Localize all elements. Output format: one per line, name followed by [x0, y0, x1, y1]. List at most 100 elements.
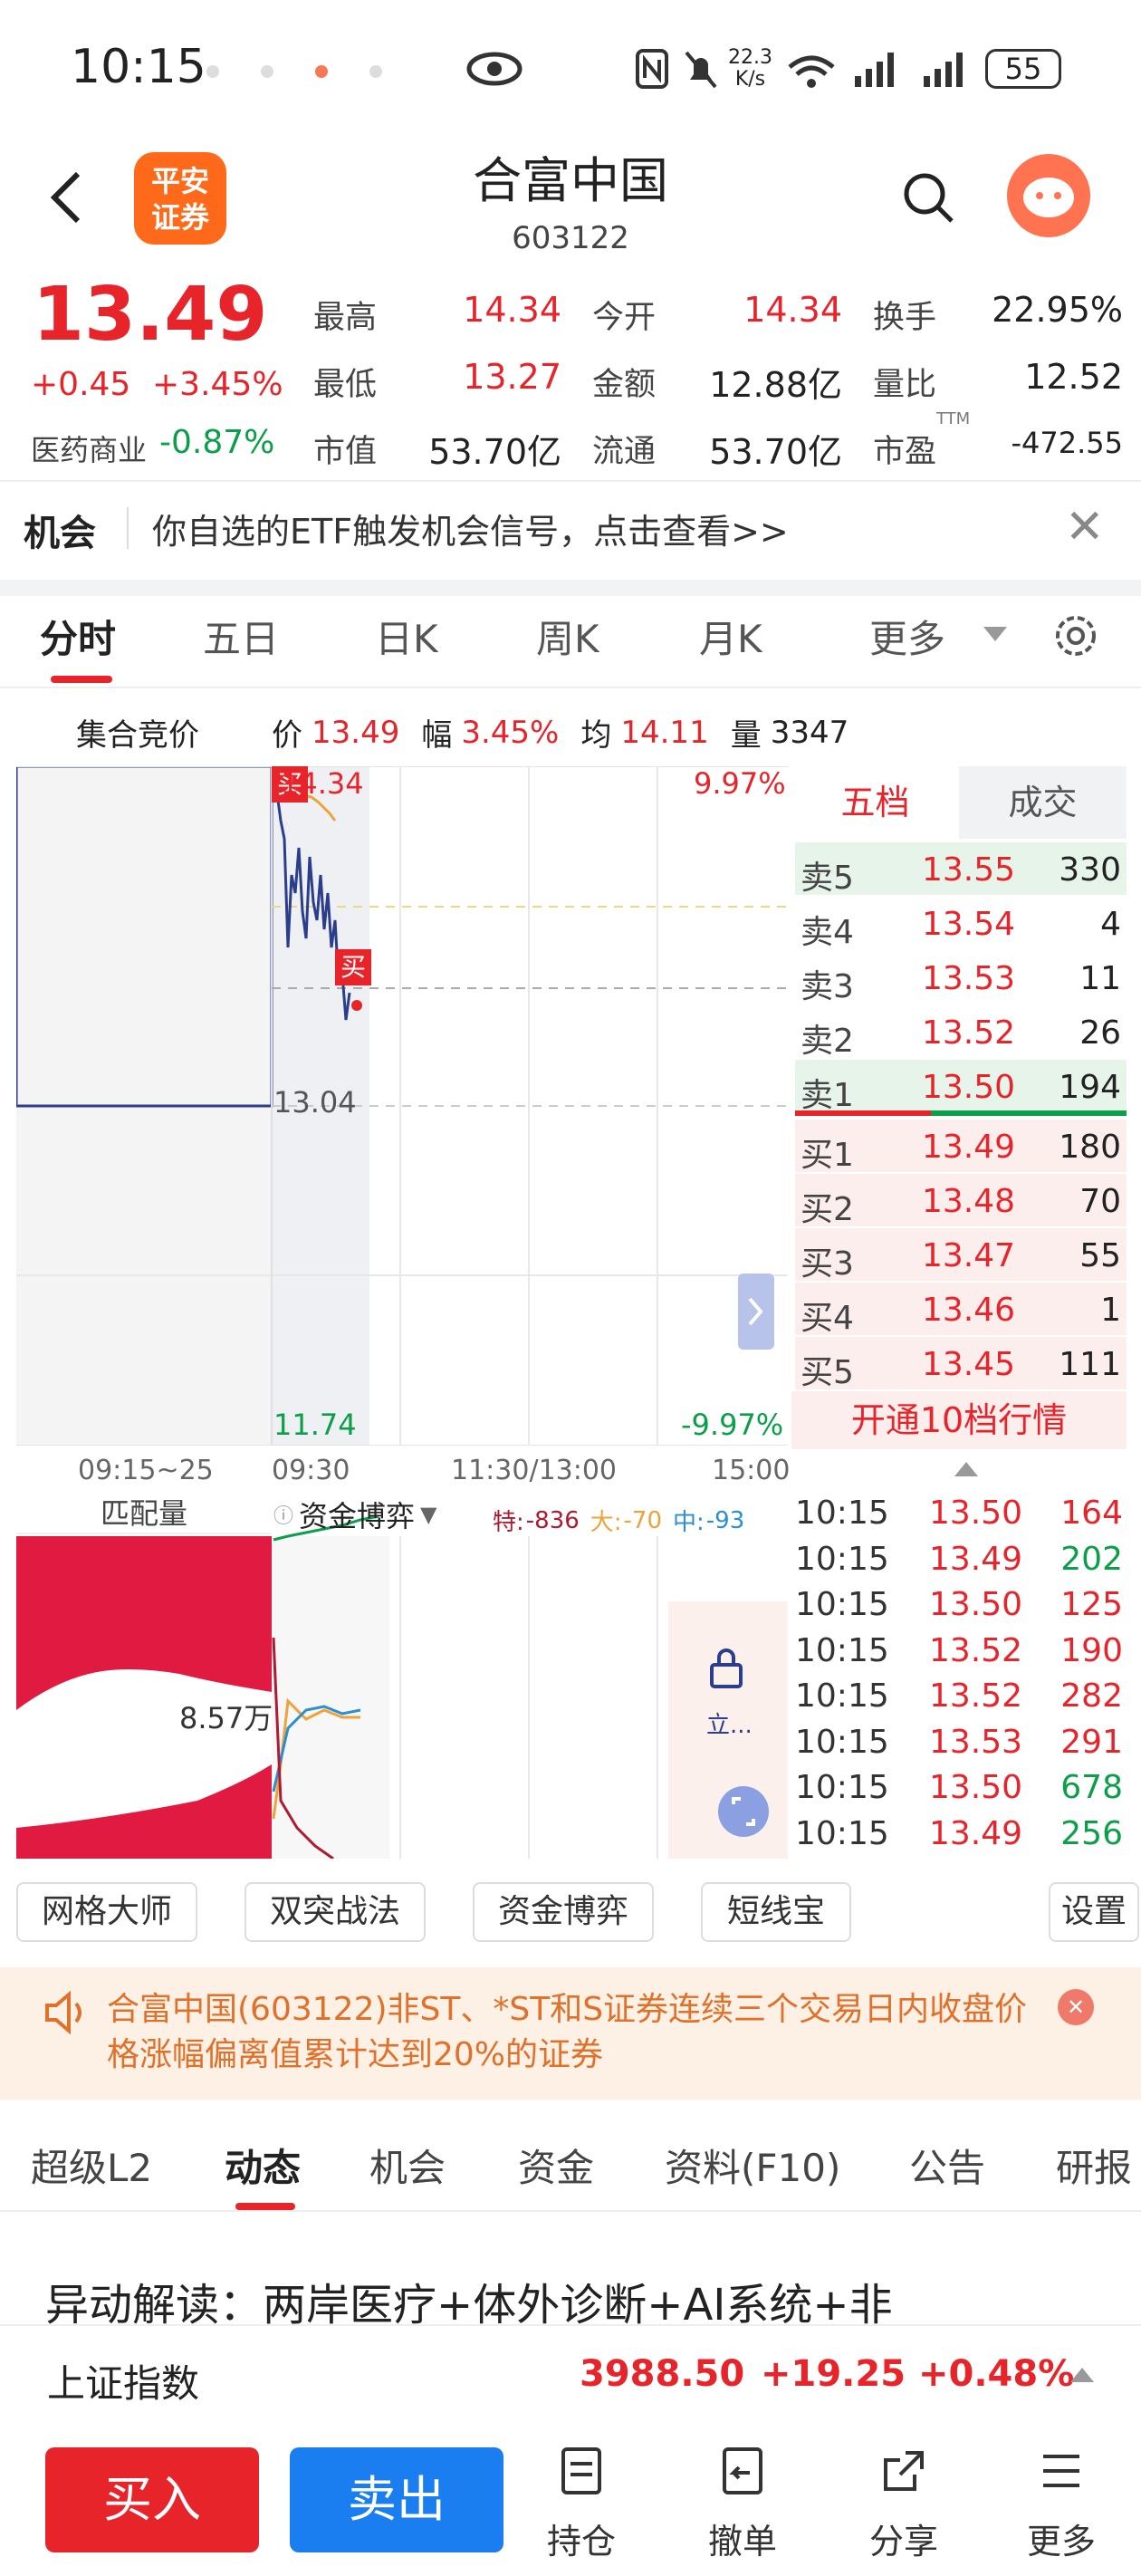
close-icon[interactable]: ✕ — [1065, 500, 1105, 554]
level-volume: 194 — [1059, 1069, 1121, 1106]
legend-te-value: -836 — [525, 1506, 580, 1534]
bid-row[interactable]: 买5 13.45 111 — [795, 1337, 1127, 1391]
tab-more[interactable]: 更多 — [869, 609, 945, 664]
divider — [0, 2210, 1141, 2212]
tab-opportunity[interactable]: 机会 — [369, 2138, 446, 2193]
broker-logo[interactable]: 平安 证券 — [134, 152, 226, 245]
divider — [0, 580, 1141, 596]
level-price: 13.48 — [922, 1183, 1016, 1220]
share-icon — [884, 2451, 924, 2491]
opportunity-text[interactable]: 你自选的ETF触发机会信号，点击查看>> — [152, 504, 789, 553]
tick-volume: 202 — [1060, 1540, 1123, 1578]
tab-weekly-k[interactable]: 周K — [536, 609, 599, 664]
search-icon[interactable] — [901, 170, 955, 225]
tab-research[interactable]: 研报 — [1056, 2138, 1141, 2193]
tab-funds[interactable]: 资金 — [518, 2138, 594, 2193]
info-icon[interactable]: ⓘ — [273, 1500, 293, 1529]
avg-label: 均 — [580, 717, 612, 754]
level-price: 13.50 — [922, 1069, 1016, 1106]
trade-tick-row: 10:15 13.50 125 — [795, 1582, 1127, 1628]
tab-five-levels[interactable]: 五档 — [791, 766, 959, 839]
tick-volume: 256 — [1060, 1814, 1123, 1852]
tab-five-day[interactable]: 五日 — [203, 609, 279, 664]
current-price: 13.49 — [33, 272, 268, 358]
caret-up-icon[interactable] — [953, 1460, 980, 1478]
nav-share[interactable]: 分享 — [849, 2446, 958, 2563]
bid-row[interactable]: 买4 13.46 1 — [795, 1283, 1127, 1337]
level-label: 买1 — [801, 1137, 854, 1174]
gear-icon[interactable] — [1050, 610, 1101, 661]
intraday-chart[interactable] — [16, 766, 788, 1446]
buy-button[interactable]: 买入 — [45, 2447, 259, 2552]
unlock-text[interactable]: 立... — [706, 1706, 753, 1740]
amp-label: 幅 — [421, 717, 453, 754]
open-level10-button[interactable]: 开通10档行情 — [791, 1391, 1127, 1449]
tool-short-term[interactable]: 短线宝 — [701, 1882, 851, 1942]
assistant-avatar[interactable] — [1007, 154, 1090, 237]
tick-time: 10:15 — [795, 1769, 889, 1806]
menu-icon — [1043, 2455, 1079, 2487]
high-label: 最高 — [313, 300, 378, 336]
clock: 10:15 — [71, 40, 206, 94]
match-volume-chart[interactable] — [16, 1493, 788, 1859]
tab-monthly-k[interactable]: 月K — [699, 609, 762, 664]
caret-up-icon[interactable] — [1069, 2366, 1096, 2384]
level-volume: 26 — [1079, 1014, 1121, 1052]
ask-row[interactable]: 卖2 13.52 26 — [795, 1005, 1127, 1060]
ask-row[interactable]: 卖5 13.55 330 — [795, 842, 1127, 897]
bid-row[interactable]: 买2 13.48 70 — [795, 1174, 1127, 1228]
nav-positions[interactable]: 持仓 — [527, 2446, 636, 2563]
tick-time: 10:15 — [795, 1540, 889, 1578]
signal-icon — [855, 53, 894, 87]
tool-double-break[interactable]: 双突战法 — [244, 1882, 426, 1942]
pe-value: -472.55 — [1011, 426, 1123, 460]
level-volume: 4 — [1100, 906, 1121, 943]
back-icon[interactable] — [47, 170, 87, 225]
tab-trades[interactable]: 成交 — [959, 766, 1127, 839]
bid-row[interactable]: 买3 13.47 55 — [795, 1228, 1127, 1283]
price-change-pct: +3.45% — [152, 366, 283, 403]
tab-announcements[interactable]: 公告 — [909, 2138, 985, 2193]
close-icon[interactable]: ✕ — [1058, 1989, 1094, 2025]
tab-indicator — [235, 2203, 295, 2210]
divider — [127, 507, 129, 549]
nav-more[interactable]: 更多 — [1007, 2446, 1116, 2563]
tab-daily-k[interactable]: 日K — [375, 609, 438, 664]
buy-marker[interactable]: 买 — [335, 949, 371, 985]
time-axis-label: 09:15~25 — [78, 1455, 214, 1486]
dropdown-icon[interactable] — [982, 625, 1009, 643]
news-headline[interactable]: 异动解读：两岸医疗+体外诊断+AI系统+非 — [45, 2269, 893, 2332]
ask-row[interactable]: 卖1 13.50 194 — [795, 1060, 1127, 1114]
level-label: 买4 — [801, 1300, 854, 1337]
ask-row[interactable]: 卖3 13.53 11 — [795, 951, 1127, 1005]
status-bar: 10:15 22.3 K/s 55 — [0, 0, 1141, 136]
tool-grid-master[interactable]: 网格大师 — [16, 1882, 197, 1942]
level-price: 13.53 — [922, 960, 1016, 997]
index-value: 3988.50 — [580, 2353, 745, 2395]
mcap-value: 53.70亿 — [428, 432, 561, 472]
amount-value: 12.88亿 — [709, 365, 842, 405]
nav-cancel-order[interactable]: 撤单 — [688, 2446, 797, 2563]
wifi-icon — [788, 55, 835, 88]
nfc-icon — [636, 49, 668, 89]
tab-intraday[interactable]: 分时 — [40, 609, 116, 664]
lock-icon[interactable] — [708, 1647, 744, 1690]
tab-news-feed[interactable]: 动态 — [225, 2138, 301, 2193]
tick-time: 10:15 — [795, 1814, 889, 1852]
tool-fund-game[interactable]: 资金博弈 — [473, 1882, 654, 1942]
tick-time: 10:15 — [795, 1495, 889, 1532]
bid-row[interactable]: 买1 13.49 180 — [795, 1120, 1127, 1174]
risk-notice-text: 合富中国(603122)非ST、*ST和S证券连续三个交易日内收盘价格涨幅偏离值… — [107, 1991, 1028, 2073]
tab-super-l2[interactable]: 超级L2 — [31, 2138, 152, 2193]
tick-volume: 125 — [1060, 1586, 1123, 1623]
ask-row[interactable]: 卖4 13.54 4 — [795, 897, 1127, 951]
sell-button[interactable]: 卖出 — [290, 2447, 503, 2552]
tab-f10[interactable]: 资料(F10) — [665, 2138, 840, 2193]
net-speed: 22.3 K/s — [728, 46, 772, 91]
level-volume: 11 — [1079, 960, 1121, 997]
sector-label[interactable]: 医药商业 — [31, 428, 147, 469]
fund-game-selector[interactable]: ⓘ 资金博弈 ▼ — [273, 1496, 437, 1533]
tick-price: 13.50 — [929, 1586, 1023, 1623]
tool-settings[interactable]: 设置 — [1049, 1882, 1139, 1942]
level-label: 卖3 — [801, 968, 854, 1005]
